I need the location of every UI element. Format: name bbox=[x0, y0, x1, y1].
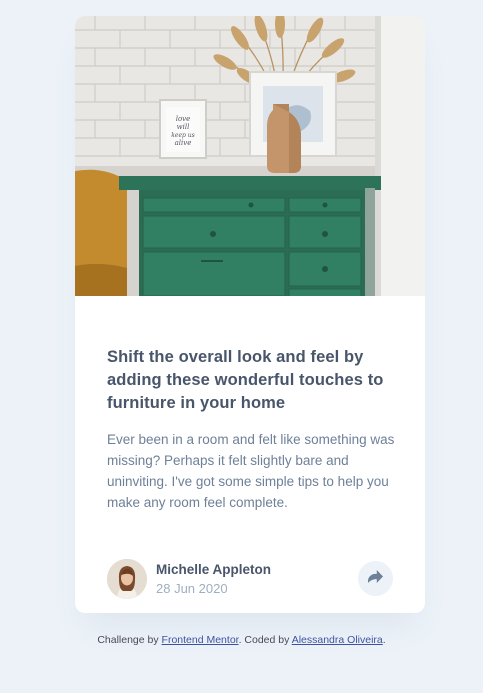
footer-suffix: . bbox=[382, 634, 386, 646]
article-card: love will keep us alive Shift the overal… bbox=[75, 16, 425, 613]
author-name: Michelle Appleton bbox=[156, 562, 272, 577]
drawers-photo: love will keep us alive bbox=[75, 16, 425, 296]
footer-prefix: Challenge by bbox=[97, 634, 162, 646]
share-button[interactable] bbox=[358, 561, 393, 596]
author-row: Michelle Appleton 28 Jun 2020 bbox=[107, 559, 393, 599]
frame-text-4: alive bbox=[175, 139, 192, 147]
frame-text-3: keep us bbox=[171, 132, 194, 139]
frame-text-1: love bbox=[176, 115, 191, 123]
author-link[interactable]: Alessandra Oliveira bbox=[292, 634, 383, 646]
frame-text-2: will bbox=[177, 123, 190, 131]
share-icon bbox=[368, 569, 383, 588]
article-description: Ever been in a room and felt like someth… bbox=[107, 432, 395, 510]
footer-middle: . Coded by bbox=[238, 634, 292, 646]
article-headline: Shift the overall look and feel by addin… bbox=[107, 348, 384, 412]
attribution-footer: Challenge by Frontend Mentor. Coded by A… bbox=[0, 634, 483, 646]
frontend-mentor-link[interactable]: Frontend Mentor bbox=[162, 634, 239, 646]
author-avatar bbox=[107, 559, 147, 599]
publish-date: 28 Jun 2020 bbox=[156, 581, 228, 596]
